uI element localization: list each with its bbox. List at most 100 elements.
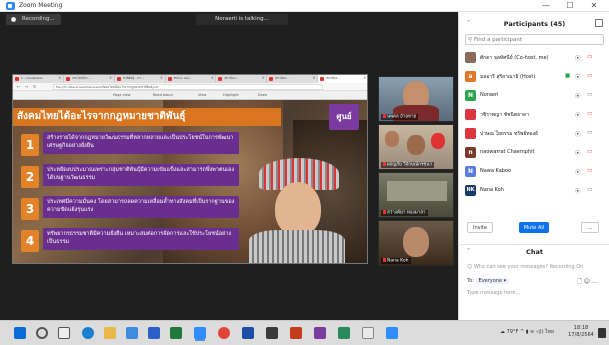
view-button[interactable]: View	[198, 93, 206, 97]
close-tab-icon[interactable]: x	[313, 75, 315, 80]
invite-button[interactable]: Invite	[467, 222, 493, 233]
video-tile[interactable]: นพดล อ้ายหาย	[378, 76, 454, 122]
excel-icon[interactable]	[170, 327, 182, 339]
mic-icon[interactable]: ⦿	[575, 149, 581, 157]
close-tab-icon[interactable]: x	[160, 75, 162, 80]
video-icon[interactable]: ▭	[587, 92, 592, 98]
chrome-icon[interactable]	[218, 327, 230, 339]
emoji-icon[interactable]: ☺	[584, 278, 590, 285]
browser-tab[interactable]: กรนไทยไม่ร... x	[64, 75, 115, 83]
browser-tab-bar: 1 - mediantian x กรนไทยไม่ร... x ชาติพันธุ…	[13, 75, 367, 83]
tab-favicon-icon	[15, 77, 19, 81]
participant-row[interactable]: n naowarrat Chaemphit ⦿ ▭	[465, 144, 605, 160]
zoom-taskbar-icon[interactable]	[194, 327, 206, 339]
tab-favicon-icon	[65, 77, 70, 81]
video-tile[interactable]: ผจญภัย วิจักษณ์กรชนา	[378, 124, 454, 170]
back-icon[interactable]: ←	[17, 84, 20, 89]
app-icon[interactable]	[314, 327, 326, 339]
search-icon[interactable]	[36, 327, 48, 339]
video-tile[interactable]: สว่างค์ษา ทองมาลา	[378, 172, 454, 218]
close-tab-icon[interactable]: x	[109, 75, 111, 80]
participant-row[interactable]: a มลอารี สุริยาณาธิ (Host) ■ ⦿ ▭	[465, 68, 605, 84]
highlight-button[interactable]: Highlight	[223, 93, 239, 97]
more-icon[interactable]: …	[592, 278, 598, 285]
video-icon[interactable]: ▭	[587, 187, 592, 193]
chat-message-input[interactable]: Type message here...	[467, 290, 603, 296]
browser-tab-active[interactable]: สถาบันว... x	[318, 75, 367, 83]
participant-row[interactable]: วชิราพญา ชัชนิตธาดา ⦿ ▭	[465, 106, 605, 122]
browser-tab[interactable]: ชาติพันธุ์ - ภา... x	[115, 75, 166, 83]
close-tab-icon[interactable]: x	[262, 75, 264, 80]
video-off-icon[interactable]: ▭	[587, 54, 592, 60]
app-icon[interactable]	[338, 327, 350, 339]
language-indicator: ไทย	[545, 329, 554, 335]
mic-icon[interactable]: ⦿	[575, 130, 581, 138]
task-view-icon[interactable]	[58, 327, 70, 339]
browser-address-bar: ← → ↻ file:///C:/Users/nsa/Downloads/สัง…	[13, 83, 367, 91]
more-options-button[interactable]: ...	[581, 222, 599, 233]
minimize-button[interactable]: —	[536, 0, 556, 12]
mic-icon[interactable]: ⦿	[575, 111, 581, 119]
mic-icon[interactable]: ⦿	[575, 73, 581, 81]
powerpoint-icon[interactable]	[290, 327, 302, 339]
mic-icon[interactable]: ⦿	[575, 168, 581, 176]
page-view-button[interactable]: Page view	[113, 93, 131, 97]
close-tab-icon[interactable]: x	[211, 75, 213, 80]
chat-visibility-note[interactable]: ☺ Who can see your messages? Recording O…	[467, 264, 607, 270]
app-icon[interactable]	[386, 327, 398, 339]
system-tray[interactable]: ☁ 79°F ^ ▮ ≋ ◁)) ไทย	[500, 328, 554, 336]
start-icon[interactable]	[14, 327, 26, 339]
clock[interactable]: 18:18 17/8/2564	[566, 325, 596, 339]
participant-row[interactable]: ศักดา จุลทัศนีย์ (Co-host, me) ⦿ ▭	[465, 49, 605, 65]
file-icon[interactable]: 🗋	[577, 278, 582, 285]
weather-temp: 79°F	[506, 329, 519, 335]
video-off-icon[interactable]: ▭	[587, 149, 592, 155]
video-off-icon[interactable]: ▭	[587, 111, 592, 117]
participant-video	[385, 131, 399, 147]
screen-share-icon[interactable]: ■	[565, 73, 570, 79]
browser-tab[interactable]: สถาบันว... x	[267, 75, 319, 83]
refresh-icon[interactable]: ↻	[33, 84, 36, 89]
participant-row[interactable]: N Noraeri ⦿ ▭	[465, 87, 605, 103]
video-tile[interactable]: Nana Koh	[378, 220, 454, 266]
close-tab-icon[interactable]: x	[58, 75, 60, 80]
mute-all-button[interactable]: Mute All	[519, 222, 549, 233]
word-icon[interactable]	[242, 327, 254, 339]
file-explorer-icon[interactable]	[104, 327, 116, 339]
video-off-icon[interactable]: ▭	[587, 168, 592, 174]
notification-icon[interactable]	[598, 328, 606, 338]
store-icon[interactable]	[126, 327, 138, 339]
draw-button[interactable]: Draw	[258, 93, 267, 97]
mail-icon[interactable]	[148, 327, 160, 339]
address-field[interactable]: file:///C:/Users/nsa/Downloads/สังคมไทยไ…	[53, 84, 323, 90]
close-tab-icon[interactable]: x	[364, 75, 366, 80]
mic-icon[interactable]: ⦿	[575, 187, 581, 195]
terminal-icon[interactable]	[266, 327, 278, 339]
browser-tab[interactable]: 1 - mediantian x	[13, 75, 64, 83]
mic-icon[interactable]: ⦿	[575, 92, 581, 100]
read-aloud-button[interactable]: Read aloud	[153, 93, 173, 97]
participant-row[interactable]: N Nawa Kaboo ⦿ ▭	[465, 163, 605, 179]
slide-item-text: สร้างรายได้จากกฎหมายวัฒนธรรมที่หลากหลายแ…	[43, 132, 239, 154]
mic-icon[interactable]: ⦿	[575, 54, 581, 62]
edge-icon[interactable]	[82, 327, 94, 339]
browser-tab[interactable]: Ethnic dev... x	[166, 75, 217, 83]
video-icon[interactable]: ▭	[587, 130, 592, 136]
app-icon[interactable]	[362, 327, 374, 339]
participant-search-input[interactable]: ⚲ Find a participant	[465, 34, 604, 45]
video-tile-name: สว่างค์ษา ทองมาลา	[381, 209, 428, 216]
participant-row[interactable]: NK Nana Koh ⦿ ▭	[465, 182, 605, 198]
chat-recipient-select[interactable]: Everyone ▾	[475, 278, 510, 284]
close-button[interactable]: ✕	[584, 0, 604, 12]
forward-icon[interactable]: →	[25, 84, 28, 89]
maximize-button[interactable]: ☐	[560, 0, 580, 12]
participant-row[interactable]: ปาษณ ใยยรรม ทรัพย์ทองธ์ ⦿ ▭	[465, 125, 605, 141]
popout-icon[interactable]	[595, 19, 603, 27]
browser-tab[interactable]: สถาบันว... x	[216, 75, 268, 83]
slide-item-text: ประเทศมีความมั่นคง โดยสามารถลดความเหลื่อ…	[43, 196, 239, 218]
mic-muted-icon	[383, 209, 386, 214]
recording-indicator[interactable]: Recording...	[6, 14, 61, 25]
taskbar: ☁ 79°F ^ ▮ ≋ ◁)) ไทย 18:18 17/8/2564	[0, 320, 609, 345]
video-off-icon[interactable]: ▭	[587, 73, 592, 79]
mic-muted-icon	[383, 161, 386, 166]
